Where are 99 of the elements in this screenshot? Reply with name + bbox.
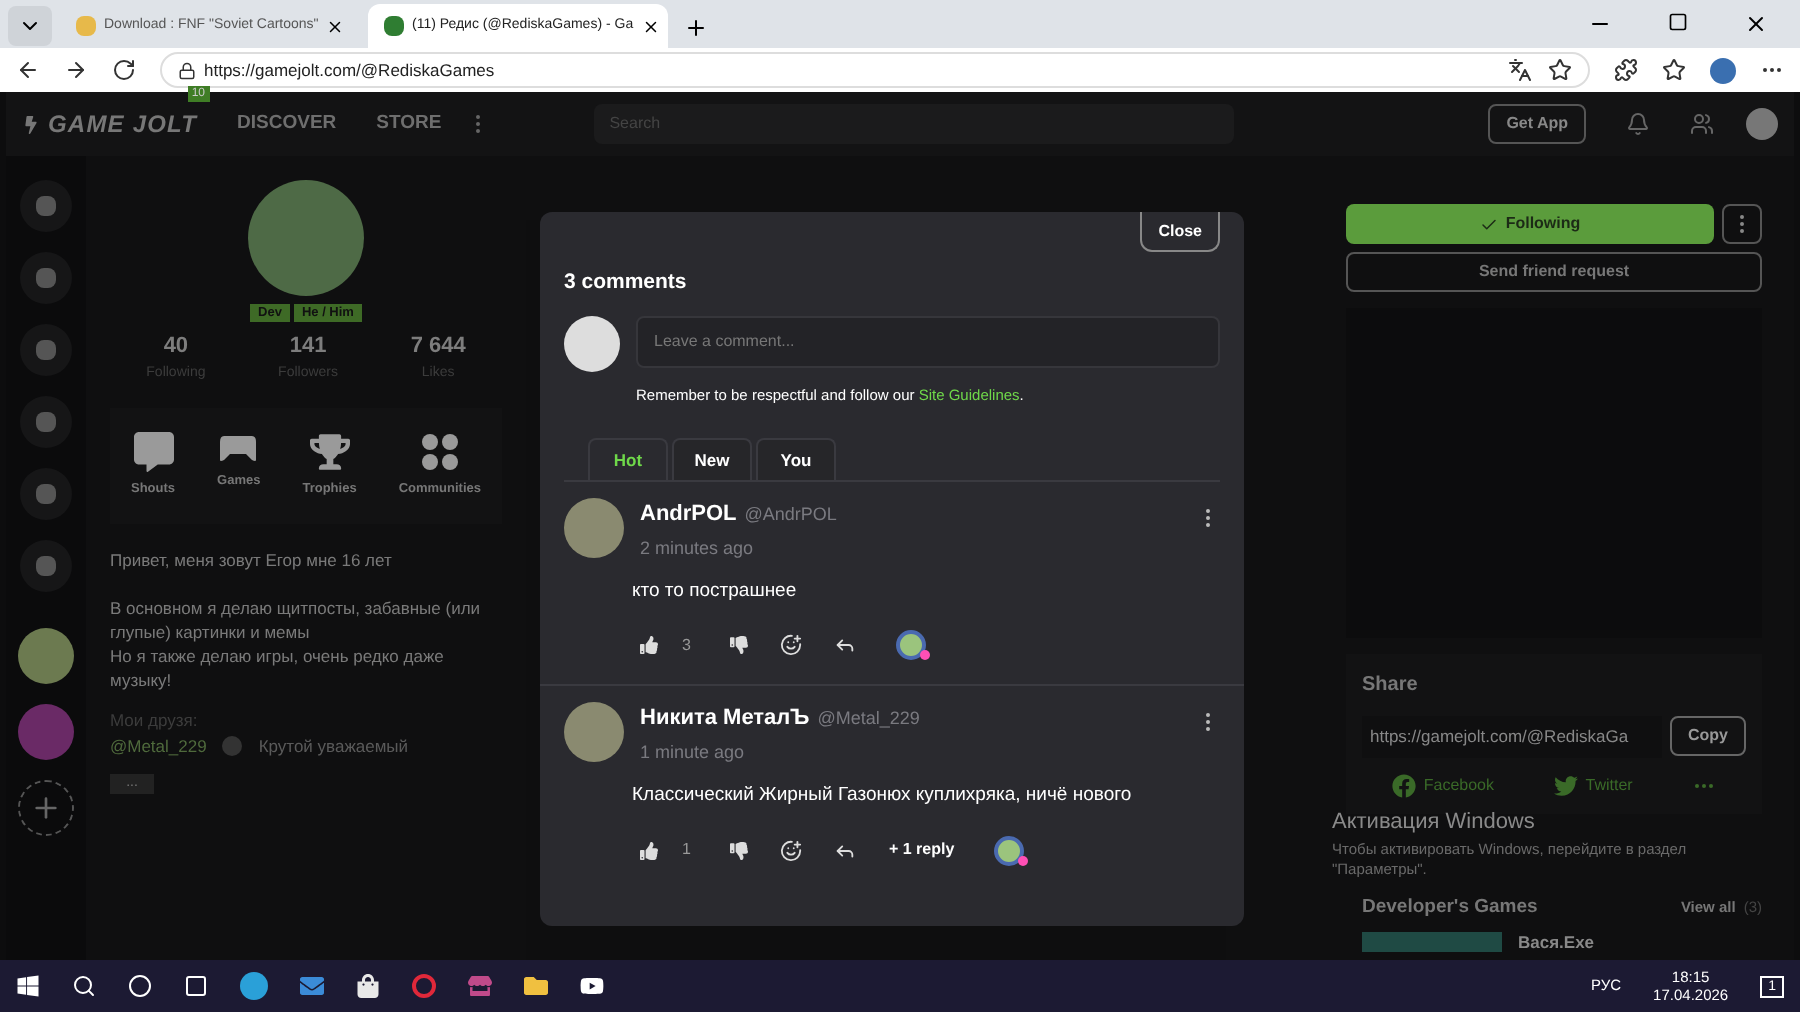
logo[interactable]: GAME JOLT bbox=[48, 106, 198, 142]
search-icon[interactable] bbox=[72, 974, 96, 998]
nav-rail-icon[interactable] bbox=[20, 324, 72, 376]
comment-time: 1 minute ago bbox=[640, 739, 747, 766]
address-bar[interactable]: https://gamejolt.com/@RediskaGames bbox=[160, 52, 1590, 88]
section-title: Developer's Games bbox=[1362, 893, 1538, 922]
ring-icon[interactable] bbox=[412, 974, 436, 998]
sort-tab[interactable]: You bbox=[756, 438, 836, 480]
add-community-button[interactable] bbox=[18, 780, 74, 836]
new-tab-icon[interactable] bbox=[684, 16, 708, 40]
nav-rail-icon[interactable] bbox=[20, 180, 72, 232]
favicon-icon bbox=[384, 16, 404, 36]
bird-icon bbox=[1553, 773, 1578, 798]
reply-icon[interactable] bbox=[834, 634, 857, 657]
mail-icon[interactable] bbox=[300, 974, 324, 998]
windows-icon[interactable] bbox=[16, 974, 40, 998]
bio-text: Привет, меня зовут Егор мне 16 лет bbox=[110, 547, 394, 572]
thumbs-up-icon[interactable] bbox=[640, 636, 658, 655]
add-reaction-icon[interactable] bbox=[780, 634, 803, 657]
task-view-icon[interactable] bbox=[184, 974, 208, 998]
commenter-handle[interactable]: @AndrPOL bbox=[744, 502, 837, 529]
url-text: https://gamejolt.com/@RediskaGames bbox=[204, 57, 495, 83]
translate-icon[interactable] bbox=[1508, 58, 1532, 82]
friend-link[interactable]: @Metal_229 bbox=[110, 733, 207, 759]
commenter-name[interactable]: AndrPOL bbox=[640, 498, 737, 531]
thumbs-up-icon[interactable] bbox=[640, 841, 658, 859]
like-count: 3 bbox=[682, 633, 691, 658]
stat-value: 40 bbox=[163, 332, 189, 362]
bio-text: Но я также делаю игры, очень редко даже музыку! bbox=[110, 643, 446, 692]
trophy-icon bbox=[309, 432, 350, 472]
thumbs-down-icon[interactable] bbox=[730, 636, 749, 655]
maximize-icon[interactable] bbox=[1668, 12, 1688, 32]
nav-rail-icon[interactable] bbox=[20, 468, 72, 520]
bolt-icon bbox=[22, 115, 40, 133]
nav-link[interactable]: DISCOVER bbox=[237, 109, 337, 139]
folder-icon[interactable] bbox=[524, 974, 548, 998]
close-icon[interactable] bbox=[1744, 12, 1768, 36]
plus-icon bbox=[30, 792, 62, 824]
sort-tab[interactable]: New bbox=[672, 438, 752, 480]
user-avatar bbox=[564, 315, 620, 372]
get-app-button[interactable]: Get App bbox=[1488, 104, 1586, 144]
following-button[interactable]: Following bbox=[1346, 204, 1714, 244]
store-icon[interactable] bbox=[356, 974, 380, 998]
like-count: 1 bbox=[682, 838, 691, 862]
share-title: Share bbox=[1362, 672, 1420, 700]
stat-value: 7 644 bbox=[410, 332, 466, 362]
share-link[interactable]: Facebook bbox=[1423, 773, 1495, 798]
activation-title: Активация Windows bbox=[1332, 808, 1537, 838]
stat-value: 141 bbox=[289, 332, 327, 362]
thumbs-down-icon[interactable] bbox=[730, 841, 749, 859]
comment-input[interactable]: Leave a comment... bbox=[636, 315, 1220, 368]
game-title[interactable]: Вася.Exe bbox=[1518, 930, 1595, 956]
close-button[interactable]: Close bbox=[1140, 212, 1220, 252]
favorite-icon[interactable] bbox=[1548, 58, 1572, 82]
tab-list-button[interactable] bbox=[8, 6, 52, 46]
speech-bubble-icon bbox=[133, 432, 174, 472]
nav-rail-icon[interactable] bbox=[20, 540, 72, 592]
game-thumbnail[interactable] bbox=[1362, 932, 1502, 953]
friends-icon[interactable] bbox=[1690, 112, 1714, 136]
favicon-icon bbox=[76, 16, 96, 36]
add-reaction-icon[interactable] bbox=[780, 839, 803, 861]
forward-icon[interactable] bbox=[64, 58, 88, 82]
nav-link[interactable]: STORE bbox=[376, 109, 442, 139]
gamepad-icon bbox=[218, 432, 259, 464]
avatar[interactable] bbox=[564, 702, 624, 763]
reply-icon[interactable] bbox=[834, 839, 857, 861]
share-link[interactable]: Twitter bbox=[1585, 773, 1633, 798]
comment-text: кто то пострашнее bbox=[632, 578, 799, 606]
friend-request-button[interactable]: Send friend request bbox=[1346, 252, 1762, 292]
avatar[interactable] bbox=[564, 498, 624, 558]
comment-time: 2 minutes ago bbox=[640, 535, 756, 562]
back-icon[interactable] bbox=[16, 58, 40, 82]
friend-avatar bbox=[222, 735, 243, 756]
close-icon[interactable] bbox=[326, 17, 345, 35]
comment-text: Классический Жирный Газонюх куплихряка, ничё нового bbox=[632, 782, 1134, 811]
dialog-title: 3 comments bbox=[562, 268, 689, 298]
copy-button[interactable]: Copy bbox=[1670, 716, 1746, 757]
grid-dots-icon bbox=[419, 432, 460, 472]
sort-tab[interactable]: Hot bbox=[588, 438, 668, 480]
community-avatar[interactable] bbox=[18, 628, 74, 684]
bio-text: В основном я делаю щитпосты, забавные (или глупые) картинки и мемы bbox=[110, 595, 483, 644]
reload-icon[interactable] bbox=[112, 58, 136, 82]
bell-icon[interactable] bbox=[1626, 112, 1650, 136]
extensions-icon[interactable] bbox=[1614, 58, 1638, 82]
lock-icon bbox=[178, 61, 196, 79]
check-icon bbox=[1479, 215, 1498, 233]
replies-link[interactable]: + 1 reply bbox=[888, 838, 955, 862]
video-icon[interactable] bbox=[580, 974, 604, 998]
close-icon[interactable] bbox=[641, 17, 660, 35]
facebook-icon bbox=[1391, 773, 1416, 798]
nav-rail-icon[interactable] bbox=[20, 252, 72, 304]
nav-rail-icon[interactable] bbox=[20, 396, 72, 448]
user-avatar[interactable] bbox=[1746, 108, 1778, 140]
commenter-handle[interactable]: @Metal_229 bbox=[817, 706, 920, 734]
commenter-name[interactable]: Никита МеталЪ bbox=[640, 702, 810, 736]
profile-avatar[interactable] bbox=[1710, 57, 1736, 83]
friend-note: Крутой уважаемый bbox=[258, 733, 409, 759]
more-button[interactable] bbox=[1722, 204, 1762, 244]
favorites-icon[interactable] bbox=[1662, 58, 1686, 82]
